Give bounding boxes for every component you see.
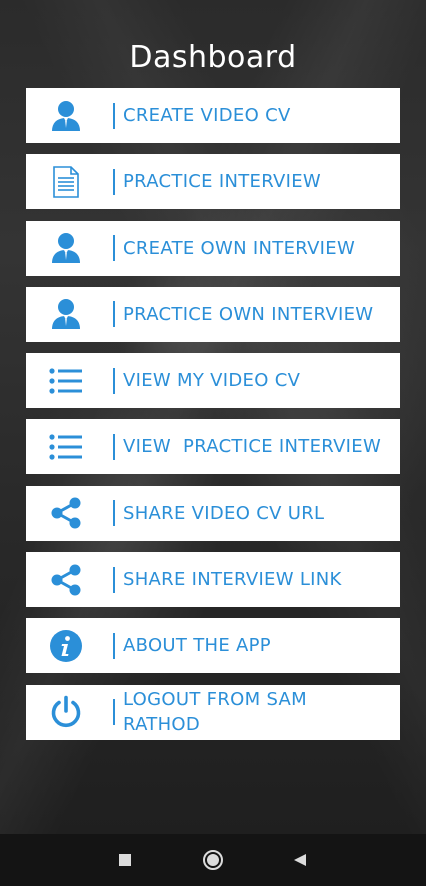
menu-item-label: SHARE INTERVIEW LINK — [123, 569, 342, 591]
menu-item-view-my-video-cv[interactable]: VIEW MY VIDEO CV — [26, 353, 400, 409]
menu-item-label: CREATE VIDEO CV — [123, 105, 291, 126]
share-icon — [26, 486, 106, 541]
page-title: Dashboard — [129, 40, 297, 75]
share-icon — [26, 552, 106, 607]
user-icon — [26, 88, 106, 143]
menu-item-label: LOGOUT FROM SAM RATHOD — [123, 689, 307, 736]
menu-item-create-video-cv[interactable]: CREATE VIDEO CV — [26, 88, 400, 143]
menu-item-label: VIEW MY VIDEO CV — [123, 370, 301, 392]
info-icon — [26, 618, 106, 673]
dashboard-menu: CREATE VIDEO CV PRACTICE INTERVIEW CREAT… — [26, 88, 400, 751]
menu-item-label: CREATE OWN INTERVIEW — [123, 237, 356, 259]
list-icon — [26, 353, 106, 408]
menu-item-label: PRACTICE OWN INTERVIEW — [123, 303, 374, 325]
power-icon — [26, 685, 106, 740]
home-circle-icon[interactable] — [187, 834, 239, 886]
user-icon — [26, 287, 106, 342]
user-icon — [26, 221, 106, 276]
menu-item-practice-own-interview[interactable]: PRACTICE OWN INTERVIEW — [26, 286, 400, 342]
menu-item-label: VIEW PRACTICE INTERVIEW — [123, 436, 382, 458]
list-icon — [26, 419, 106, 474]
menu-item-practice-interview[interactable]: PRACTICE INTERVIEW — [26, 154, 400, 210]
menu-item-logout[interactable]: LOGOUT FROM SAM RATHOD — [26, 684, 400, 740]
back-triangle-icon[interactable] — [274, 834, 326, 886]
recents-square-icon[interactable] — [99, 834, 151, 886]
menu-item-about-the-app[interactable]: ABOUT THE APP — [26, 618, 400, 674]
menu-item-share-interview-link[interactable]: SHARE INTERVIEW LINK — [26, 552, 400, 608]
menu-item-label: SHARE VIDEO CV URL — [123, 502, 325, 524]
document-icon — [26, 154, 106, 209]
menu-item-label: ABOUT THE APP — [123, 635, 271, 657]
menu-item-share-video-cv-url[interactable]: SHARE VIDEO CV URL — [26, 485, 400, 541]
menu-item-label: PRACTICE INTERVIEW — [123, 171, 322, 193]
menu-item-view-practice-interview[interactable]: VIEW PRACTICE INTERVIEW — [26, 419, 400, 475]
system-navigation-bar — [0, 834, 426, 886]
menu-item-create-own-interview[interactable]: CREATE OWN INTERVIEW — [26, 220, 400, 276]
